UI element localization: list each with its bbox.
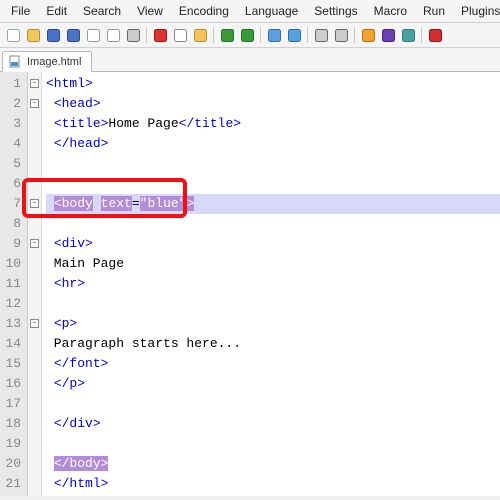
code-line[interactable]	[46, 154, 500, 174]
cut-icon[interactable]	[151, 26, 169, 44]
tab-bar: Image.html	[0, 48, 500, 72]
close-icon[interactable]	[84, 26, 102, 44]
menu-edit[interactable]: Edit	[39, 2, 74, 20]
line-number: 4	[2, 134, 21, 154]
menu-view[interactable]: View	[130, 2, 170, 20]
save-icon[interactable]	[44, 26, 62, 44]
menu-bar: FileEditSearchViewEncodingLanguageSettin…	[0, 0, 500, 23]
copy-icon[interactable]	[171, 26, 189, 44]
tab-label: Image.html	[27, 56, 81, 68]
code-line[interactable]: <hr>	[46, 274, 500, 294]
line-number: 10	[2, 254, 21, 274]
menu-file[interactable]: File	[4, 2, 37, 20]
zoom-in-icon[interactable]	[312, 26, 330, 44]
line-number: 11	[2, 274, 21, 294]
line-number: 13	[2, 314, 21, 334]
line-number: 9	[2, 234, 21, 254]
open-file-icon[interactable]	[24, 26, 42, 44]
code-line[interactable]: <title>Home Page</title>	[46, 114, 500, 134]
undo-icon[interactable]	[218, 26, 236, 44]
line-number: 12	[2, 294, 21, 314]
code-line[interactable]: </html>	[46, 474, 500, 494]
fold-toggle-icon[interactable]: -	[30, 79, 39, 88]
toolbar-separator	[260, 27, 261, 43]
toolbar-separator	[307, 27, 308, 43]
line-number: 19	[2, 434, 21, 454]
line-number: 17	[2, 394, 21, 414]
code-line[interactable]	[46, 214, 500, 234]
menu-settings[interactable]: Settings	[307, 2, 364, 20]
code-line[interactable]: <html>	[46, 74, 500, 94]
code-line[interactable]: <div>	[46, 234, 500, 254]
fold-toggle-icon[interactable]: -	[30, 199, 39, 208]
close-all-icon[interactable]	[104, 26, 122, 44]
code-line[interactable]: <head>	[46, 94, 500, 114]
fold-toggle-icon[interactable]: -	[30, 99, 39, 108]
menu-language[interactable]: Language	[238, 2, 305, 20]
code-line[interactable]: </body>	[46, 454, 500, 474]
menu-encoding[interactable]: Encoding	[172, 2, 236, 20]
file-icon	[9, 55, 22, 68]
code-line[interactable]: Main Page	[46, 254, 500, 274]
code-line[interactable]	[46, 434, 500, 454]
fold-toggle-icon[interactable]: -	[30, 239, 39, 248]
menu-run[interactable]: Run	[416, 2, 452, 20]
tab-image-html[interactable]: Image.html	[2, 51, 92, 72]
code-line[interactable]: <body text="blue">	[46, 194, 500, 214]
line-number: 14	[2, 334, 21, 354]
menu-search[interactable]: Search	[76, 2, 128, 20]
line-number: 3	[2, 114, 21, 134]
fold-column: - - - - -	[28, 72, 42, 496]
line-number: 16	[2, 374, 21, 394]
code-line[interactable]: </div>	[46, 414, 500, 434]
line-number: 8	[2, 214, 21, 234]
word-wrap-icon[interactable]	[359, 26, 377, 44]
menu-macro[interactable]: Macro	[367, 2, 414, 20]
new-file-icon[interactable]	[4, 26, 22, 44]
menu-plugins[interactable]: Plugins	[454, 2, 500, 20]
code-line[interactable]: </font>	[46, 354, 500, 374]
code-line[interactable]	[46, 174, 500, 194]
line-number: 21	[2, 474, 21, 494]
line-number: 2	[2, 94, 21, 114]
toolbar-separator	[354, 27, 355, 43]
toolbar-separator	[146, 27, 147, 43]
line-number: 5	[2, 154, 21, 174]
replace-icon[interactable]	[285, 26, 303, 44]
code-line[interactable]	[46, 394, 500, 414]
line-number: 20	[2, 454, 21, 474]
code-line[interactable]: </p>	[46, 374, 500, 394]
code-line[interactable]: Paragraph starts here...	[46, 334, 500, 354]
fold-toggle-icon[interactable]: -	[30, 319, 39, 328]
line-number: 15	[2, 354, 21, 374]
code-line[interactable]: </head>	[46, 134, 500, 154]
indent-guide-icon[interactable]	[399, 26, 417, 44]
toolbar-separator	[213, 27, 214, 43]
line-number: 6	[2, 174, 21, 194]
print-icon[interactable]	[124, 26, 142, 44]
toolbar-separator	[421, 27, 422, 43]
record-macro-icon[interactable]	[426, 26, 444, 44]
toolbar	[0, 23, 500, 48]
code-line[interactable]: <p>	[46, 314, 500, 334]
paste-icon[interactable]	[191, 26, 209, 44]
line-number: 18	[2, 414, 21, 434]
line-number: 1	[2, 74, 21, 94]
show-symbols-icon[interactable]	[379, 26, 397, 44]
save-all-icon[interactable]	[64, 26, 82, 44]
code-editor[interactable]: 123456789101112131415161718192021 ----- …	[0, 72, 500, 496]
code-area[interactable]: <html> <head> <title>Home Page</title> <…	[42, 72, 500, 496]
code-line[interactable]	[46, 294, 500, 314]
redo-icon[interactable]	[238, 26, 256, 44]
line-number: 7	[2, 194, 21, 214]
find-icon[interactable]	[265, 26, 283, 44]
line-number-gutter: 123456789101112131415161718192021	[0, 72, 28, 496]
zoom-out-icon[interactable]	[332, 26, 350, 44]
